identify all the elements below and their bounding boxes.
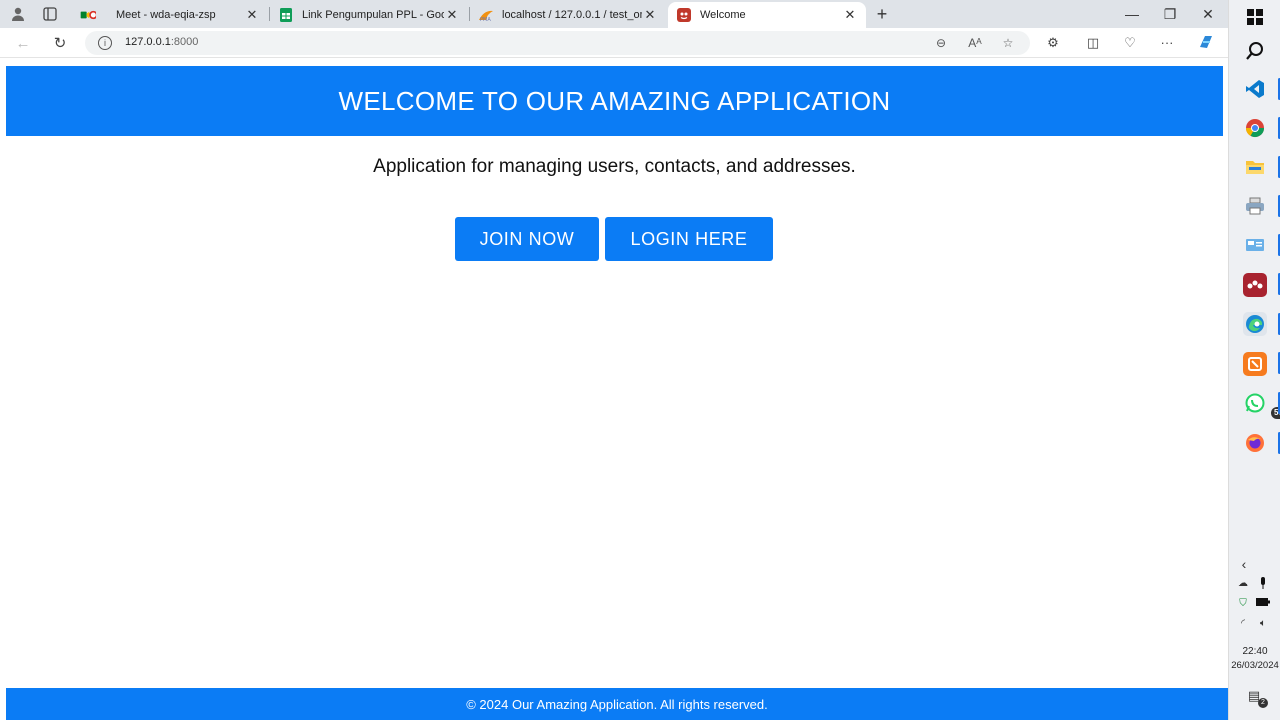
phpmyadmin-icon: PMA [478,7,494,23]
tab-strip: Meet - wda-eqia-zsp ✕ Link Pengumpulan P… [0,0,1228,28]
close-window-icon[interactable]: ✕ [1189,0,1227,28]
split-screen-icon[interactable]: ◫ [1083,33,1103,53]
minimize-icon[interactable]: — [1113,0,1151,28]
address-bar[interactable]: i 127.0.0.1:8000 ⊖ Aᴬ ☆ [85,31,1030,55]
profile-icon[interactable] [6,3,30,25]
firefox-icon[interactable] [1243,431,1267,455]
file-explorer-icon[interactable] [1243,155,1267,179]
vscode-icon[interactable] [1243,77,1267,101]
zoom-icon[interactable]: ⊖ [932,34,950,52]
clock-time[interactable]: 22:40 [1229,646,1280,657]
tab-title: Meet - wda-eqia-zsp [116,9,216,21]
svg-text:PMA: PMA [480,17,491,22]
site-info-icon[interactable]: i [98,36,112,50]
close-tab-icon[interactable]: ✕ [642,7,658,23]
url-host: 127.0.0.1 [125,36,171,48]
control-panel-icon[interactable] [1243,233,1267,257]
reload-icon[interactable]: ↻ [48,32,72,54]
read-aloud-icon[interactable]: Aᴬ [966,34,984,52]
restore-icon[interactable]: ❐ [1151,0,1189,28]
login-here-button[interactable]: LOGIN HERE [605,217,773,261]
google-sheets-icon [278,7,294,23]
favorite-star-icon[interactable]: ☆ [999,34,1017,52]
tab-actions-icon[interactable] [38,3,62,25]
page-subtitle: Application for managing users, contacts… [373,156,856,177]
header-banner: WELCOME TO OUR AMAZING APPLICATION [6,66,1223,136]
wifi-icon[interactable]: ◜ [1236,617,1250,631]
search-icon[interactable] [1243,39,1267,63]
security-shield-icon[interactable]: ⛉ [1236,597,1250,611]
url-text[interactable]: 127.0.0.1:8000 [125,36,198,48]
new-tab-icon[interactable]: + [872,3,892,25]
tab-meet[interactable]: Meet - wda-eqia-zsp ✕ [72,2,268,28]
browser-window: Meet - wda-eqia-zsp ✕ Link Pengumpulan P… [0,0,1228,720]
tab-title: localhost / 127.0.0.1 / test_omba [502,9,642,21]
browser-essentials-icon[interactable]: ♡ [1120,33,1140,53]
volume-icon[interactable]: 🔈︎ [1256,617,1270,631]
close-tab-icon[interactable]: ✕ [244,7,260,23]
show-hidden-icons-chevron-icon[interactable]: ‹ [1237,557,1251,571]
windows-taskbar: 57 ‹ ☁ ⛉ ◜ 🔈︎ 22:40 26/03/2024 ▤ 2 [1228,0,1280,720]
site-favicon [676,7,692,23]
google-meet-icon [80,7,96,23]
onedrive-cloud-icon[interactable]: ☁ [1236,577,1250,591]
back-icon[interactable]: ← [11,32,35,54]
chrome-icon[interactable] [1243,116,1267,140]
close-tab-icon[interactable]: ✕ [444,7,460,23]
whatsapp-icon[interactable]: 57 [1243,391,1280,419]
url-port: :8000 [170,36,199,48]
edge-icon[interactable] [1243,312,1267,336]
page-viewport: WELCOME TO OUR AMAZING APPLICATION Appli… [0,59,1228,720]
xampp-icon[interactable] [1243,352,1267,376]
cta-buttons: JOIN NOW LOGIN HERE [455,217,773,261]
tab-title: Welcome [700,9,746,21]
page-footer: © 2024 Our Amazing Application. All righ… [6,688,1228,720]
battery-icon[interactable] [1256,597,1270,611]
tab-sheets[interactable]: Link Pengumpulan PPL - Google ✕ [270,2,468,28]
printer-icon[interactable] [1243,194,1267,218]
notification-count-badge: 2 [1258,698,1268,708]
footer-text: © 2024 Our Amazing Application. All righ… [466,696,768,712]
more-options-icon[interactable]: ··· [1157,33,1177,53]
copilot-icon[interactable] [1196,33,1216,53]
page-title: WELCOME TO OUR AMAZING APPLICATION [338,85,891,116]
tab-phpmyadmin[interactable]: PMA localhost / 127.0.0.1 / test_omba ✕ [470,2,666,28]
tab-title: Link Pengumpulan PPL - Google [302,9,444,21]
close-tab-icon[interactable]: ✕ [842,7,858,23]
tab-welcome[interactable]: Welcome ✕ [668,2,866,28]
clock-date[interactable]: 26/03/2024 [1229,660,1280,671]
mendeley-icon[interactable] [1243,273,1267,297]
join-now-button[interactable]: JOIN NOW [455,217,599,261]
microphone-icon[interactable] [1256,577,1270,591]
browser-toolbar: ← ↻ i 127.0.0.1:8000 ⊖ Aᴬ ☆ ⚙ ◫ ♡ ··· [0,28,1228,58]
extensions-icon[interactable]: ⚙ [1043,33,1063,53]
windows-start-icon[interactable] [1243,5,1267,29]
